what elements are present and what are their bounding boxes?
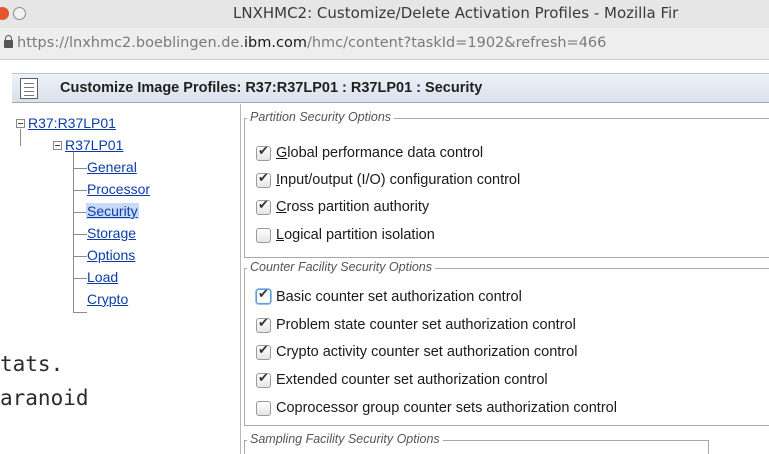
url-suffix: /hmc/content?taskId=1902&refresh=466: [306, 35, 607, 51]
crypto-activity-counter-label[interactable]: Crypto activity counter set authorizatio…: [276, 344, 577, 360]
partition-security-legend: Partition Security Options: [247, 110, 395, 124]
toolbar-gap: [0, 61, 769, 73]
counter-facility-legend: Counter Facility Security Options: [247, 260, 436, 274]
tree-connector: [73, 168, 87, 169]
tree-root-link[interactable]: R37:R37LP01: [28, 115, 116, 131]
collapse-child-icon[interactable]: [53, 141, 62, 150]
cross-partition-checkbox[interactable]: [256, 198, 271, 215]
profile-tree: R37:R37LP01 R37LP01 General Processor Se…: [12, 104, 240, 313]
url-domain: ibm.com: [244, 35, 307, 51]
tree-child-link[interactable]: R37LP01: [65, 137, 123, 153]
tree-item-crypto[interactable]: Crypto: [87, 291, 128, 307]
tree-item-load[interactable]: Load: [87, 269, 118, 285]
cross-partition-label[interactable]: Cross partition authority: [276, 199, 429, 215]
panel-divider: [240, 104, 241, 454]
document-icon: [20, 78, 38, 99]
logical-isolation-checkbox[interactable]: [256, 228, 271, 243]
tree-connector: [73, 190, 87, 191]
crypto-activity-counter-checkbox[interactable]: [256, 343, 271, 360]
tree-connector: [73, 256, 87, 257]
coprocessor-counter-checkbox[interactable]: [256, 401, 271, 416]
tree-connector: [73, 312, 87, 313]
tree-item-processor[interactable]: Processor: [87, 181, 150, 197]
tree-connector: [73, 152, 74, 313]
lock-icon[interactable]: [4, 35, 13, 48]
close-window-icon[interactable]: [0, 7, 9, 20]
sampling-facility-legend: Sampling Facility Security Options: [247, 432, 443, 446]
minimize-window-icon[interactable]: [13, 7, 26, 20]
basic-counter-label[interactable]: Basic counter set authorization control: [276, 289, 522, 305]
basic-counter-checkbox[interactable]: [256, 287, 271, 304]
coprocessor-counter-label[interactable]: Coprocessor group counter sets authoriza…: [276, 400, 617, 416]
background-terminal-line-2: aranoid: [0, 386, 89, 410]
window-titlebar: LNXHMC2: Customize/Delete Activation Pro…: [0, 0, 769, 28]
problem-state-counter-checkbox[interactable]: [256, 316, 271, 333]
problem-state-counter-label[interactable]: Problem state counter set authorization …: [276, 317, 576, 333]
global-performance-label[interactable]: Global performance data control: [276, 145, 483, 161]
window-title: LNXHMC2: Customize/Delete Activation Pro…: [233, 4, 679, 22]
collapse-root-icon[interactable]: [16, 119, 25, 128]
url-text[interactable]: https://lnxhmc2.boeblingen.de.ibm.com/hm…: [17, 35, 606, 51]
background-terminal-line-1: tats.: [0, 352, 64, 376]
io-configuration-label[interactable]: Input/output (I/O) configuration control: [276, 172, 520, 188]
address-bar[interactable]: https://lnxhmc2.boeblingen.de.ibm.com/hm…: [0, 28, 769, 60]
tree-connector: [73, 234, 87, 235]
tree-item-storage[interactable]: Storage: [87, 225, 136, 241]
tree-item-options[interactable]: Options: [87, 247, 135, 263]
page-title: Customize Image Profiles: R37:R37LP01 : …: [60, 80, 483, 96]
global-performance-checkbox[interactable]: [256, 144, 271, 161]
tree-connector: [73, 212, 87, 213]
tree-item-security[interactable]: Security: [86, 203, 139, 219]
tree-connector: [20, 129, 21, 146]
io-configuration-checkbox[interactable]: [256, 171, 271, 188]
tree-item-general[interactable]: General: [87, 159, 137, 175]
sampling-facility-group: Sampling Facility Security Options: [244, 432, 709, 454]
extended-counter-checkbox[interactable]: [256, 371, 271, 388]
tree-connector: [73, 278, 87, 279]
url-prefix: https://lnxhmc2.boeblingen.de.: [17, 35, 245, 51]
panel-header: Customize Image Profiles: R37:R37LP01 : …: [12, 73, 769, 103]
logical-isolation-label[interactable]: Logical partition isolation: [276, 227, 435, 243]
extended-counter-label[interactable]: Extended counter set authorization contr…: [276, 372, 548, 388]
